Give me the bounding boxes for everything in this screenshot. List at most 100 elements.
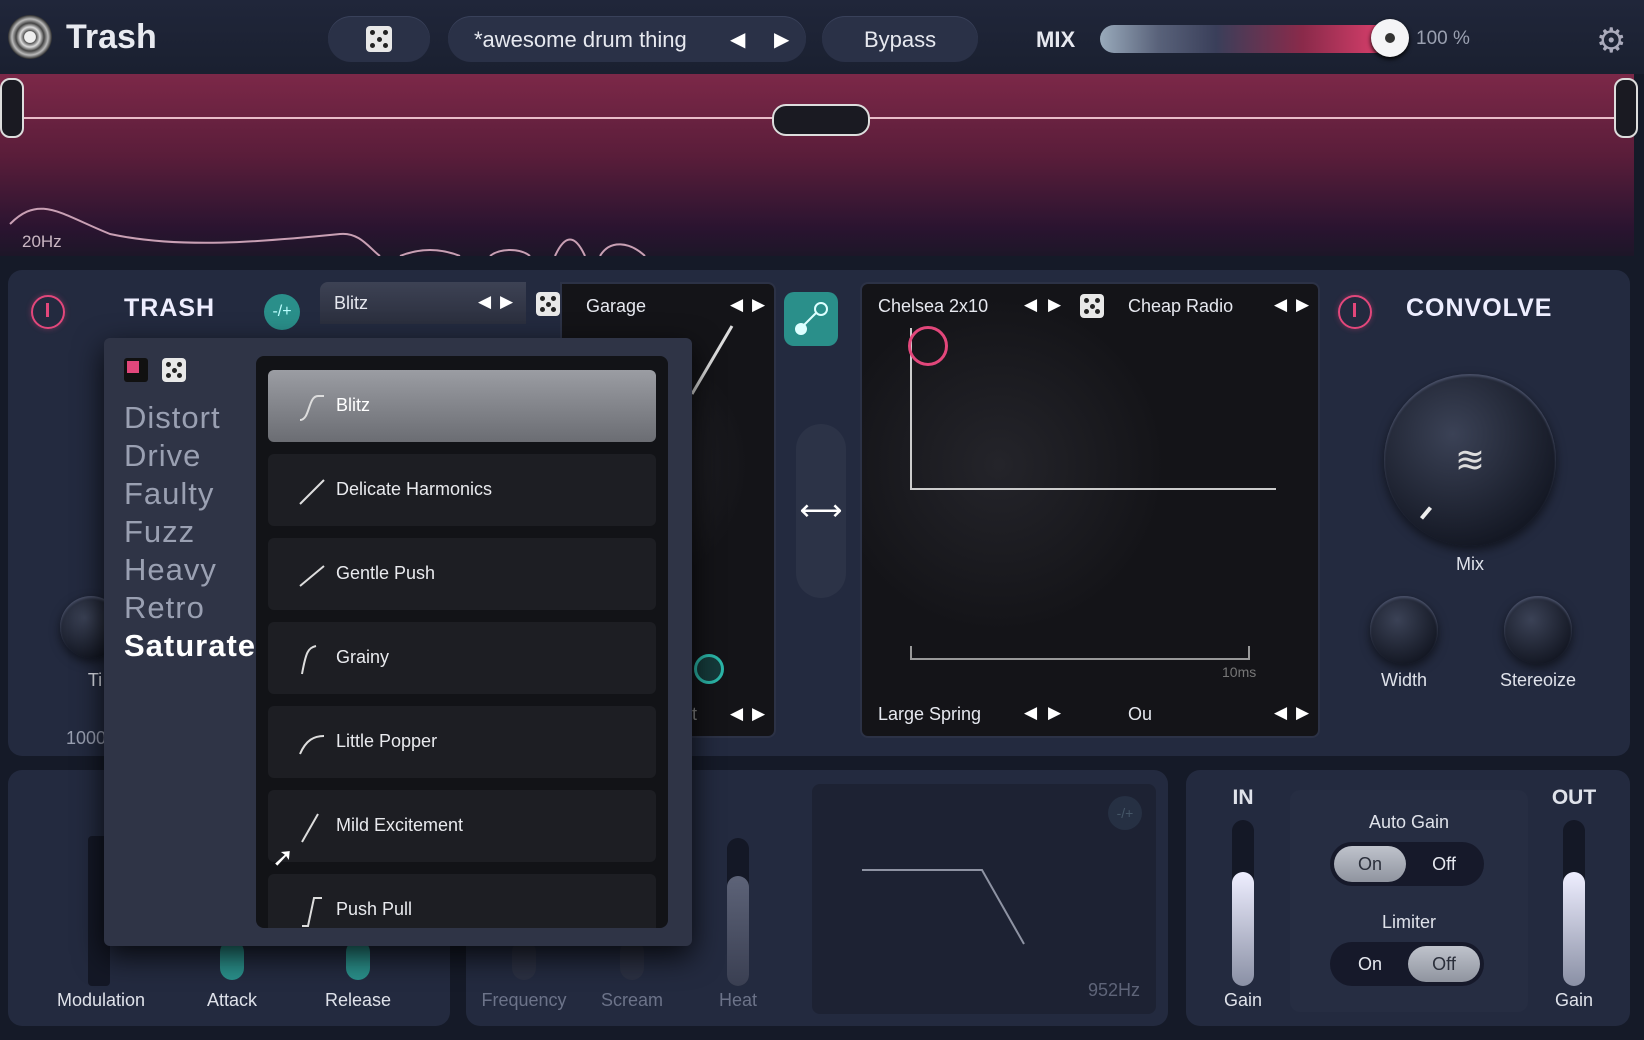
slot-dice-icon[interactable] [536, 292, 560, 316]
preset-item[interactable]: Delicate Harmonics [268, 454, 656, 526]
partial-label-t: t [692, 704, 698, 724]
preset-selector[interactable]: *awesome drum thing ◀ ▶ [448, 16, 806, 62]
frequency-label: Frequency [481, 990, 567, 1010]
curve-shape-icon [301, 645, 317, 675]
curve-shape-icon [299, 565, 325, 587]
lower-prev-icon[interactable]: ◀ [730, 704, 743, 724]
convolve-mix-knob[interactable]: ≋ [1384, 374, 1556, 546]
spectrum-freq-label: 20Hz [22, 232, 62, 251]
ir-blend-handle[interactable] [908, 326, 948, 366]
slot-a-prev-icon[interactable]: ◀ [478, 292, 491, 312]
trash-power-icon[interactable] [31, 295, 65, 329]
slot-b-prev-icon[interactable]: ◀ [730, 295, 743, 315]
category-item[interactable]: Drive [124, 438, 201, 474]
header-bar: Trash *awesome drum thing ◀ ▶ Bypass MIX… [0, 0, 1644, 74]
high-band-handle[interactable] [1614, 78, 1638, 138]
ir-a-name: Chelsea 2x10 [878, 296, 989, 316]
out-label: OUT [1551, 786, 1597, 809]
preset-item[interactable]: Mild Excitement [268, 790, 656, 862]
category-item[interactable]: Distort [124, 400, 221, 436]
attack-slider[interactable] [220, 940, 244, 980]
release-slider[interactable] [346, 940, 370, 980]
mix-slider-thumb[interactable] [1371, 19, 1409, 57]
preset-item[interactable]: Gentle Push [268, 538, 656, 610]
output-gain-fader[interactable] [1563, 820, 1585, 986]
filter-freq-label: 952Hz [1088, 980, 1141, 1000]
settings-gear-icon[interactable]: ⚙ [1596, 21, 1626, 61]
filter-display[interactable]: -/+ 952Hz [812, 784, 1156, 1014]
auto-gain-label: Auto Gain [1368, 812, 1450, 832]
mix-knob-indicator [1419, 506, 1433, 520]
frequency-slider[interactable] [512, 940, 536, 980]
prev-preset-icon[interactable]: ◀ [730, 27, 745, 52]
curve-shape-icon [299, 735, 325, 755]
ir-b-name: Cheap Radio [1128, 296, 1234, 316]
limiter-on-option[interactable]: On [1334, 946, 1406, 982]
stereoize-knob[interactable] [1504, 596, 1572, 664]
ir-time-scale [910, 646, 1250, 660]
color-swatch-icon[interactable] [124, 358, 148, 382]
ir-c-prev-icon[interactable]: ◀ [1024, 703, 1037, 723]
preset-item[interactable]: Little Popper [268, 706, 656, 778]
width-label: Width [1380, 670, 1427, 690]
ir-c-next-icon[interactable]: ▶ [1048, 703, 1061, 723]
dropdown-dice-icon[interactable] [162, 358, 186, 382]
mix-slider[interactable] [1100, 25, 1390, 53]
convolve-power-icon[interactable] [1338, 295, 1372, 329]
link-nodes-icon [795, 302, 828, 335]
ir-dice-icon[interactable] [1080, 294, 1104, 318]
slot-a-next-icon[interactable]: ▶ [500, 292, 513, 312]
convolve-title: CONVOLVE [1406, 294, 1553, 322]
ir-c-name: Large Spring [878, 704, 982, 724]
ir-b-next-icon[interactable]: ▶ [1296, 295, 1309, 315]
category-item[interactable]: Retro [124, 590, 205, 626]
randomize-button[interactable] [328, 16, 430, 62]
category-item[interactable]: Faulty [124, 476, 214, 512]
slot-a-header[interactable]: Blitz ◀ ▶ [320, 282, 526, 324]
output-gain-label: Gain [1554, 990, 1594, 1010]
auto-gain-off-option[interactable]: Off [1408, 846, 1480, 882]
ir-a-next-icon[interactable]: ▶ [1048, 295, 1061, 315]
curve-shape-icon [302, 897, 322, 927]
preset-item[interactable]: Blitz [268, 370, 656, 442]
limiter-toggle[interactable]: On Off [1330, 942, 1484, 986]
swap-button[interactable]: ⟷ [796, 424, 846, 598]
trash-polarity-toggle[interactable]: -/+ [264, 294, 300, 330]
category-item[interactable]: Fuzz [124, 514, 195, 550]
preset-item[interactable]: Grainy [268, 622, 656, 694]
curve-shape-icon [301, 813, 319, 843]
lower-next-icon[interactable]: ▶ [752, 704, 765, 724]
convolve-ir-display[interactable]: Chelsea 2x10 ◀ ▶ Cheap Radio ◀ ▶ 10ms La… [860, 282, 1320, 738]
next-preset-icon[interactable]: ▶ [774, 27, 789, 52]
ir-b-prev-icon[interactable]: ◀ [1274, 295, 1287, 315]
limiter-off-option[interactable]: Off [1408, 946, 1480, 982]
input-gain-fill [1232, 872, 1254, 986]
preset-name: *awesome drum thing [474, 27, 687, 52]
width-knob[interactable] [1370, 596, 1438, 664]
mix-value: 100 % [1416, 28, 1470, 49]
spectrum-display[interactable]: 20Hz [0, 74, 1638, 256]
preset-item[interactable]: Push Pull [268, 874, 656, 928]
filter-polarity-toggle[interactable]: -/+ [1108, 796, 1142, 830]
slot-a-name: Blitz [334, 293, 369, 313]
convolve-mix-label: Mix [1456, 554, 1484, 574]
ir-d-next-icon[interactable]: ▶ [1296, 703, 1309, 723]
ir-a-prev-icon[interactable]: ◀ [1024, 295, 1037, 315]
category-item[interactable]: Heavy [124, 552, 217, 588]
routing-link-button[interactable] [784, 292, 838, 346]
band-center-handle[interactable] [772, 104, 870, 136]
auto-gain-toggle[interactable]: On Off [1330, 842, 1484, 886]
low-band-handle[interactable] [0, 78, 24, 138]
category-item[interactable]: Saturate [124, 628, 256, 664]
ir-d-prev-icon[interactable]: ◀ [1274, 703, 1287, 723]
ir-d-name: Ou [1128, 704, 1153, 724]
preset-item-label: Gentle Push [336, 563, 436, 583]
teal-node-handle[interactable] [694, 654, 724, 684]
bypass-button[interactable]: Bypass [822, 16, 978, 62]
slot-b-next-icon[interactable]: ▶ [752, 295, 765, 315]
output-gain-fill [1563, 872, 1585, 986]
heat-fader[interactable] [727, 838, 749, 986]
scream-slider[interactable] [620, 940, 644, 980]
auto-gain-on-option[interactable]: On [1334, 846, 1406, 882]
input-gain-fader[interactable] [1232, 820, 1254, 986]
